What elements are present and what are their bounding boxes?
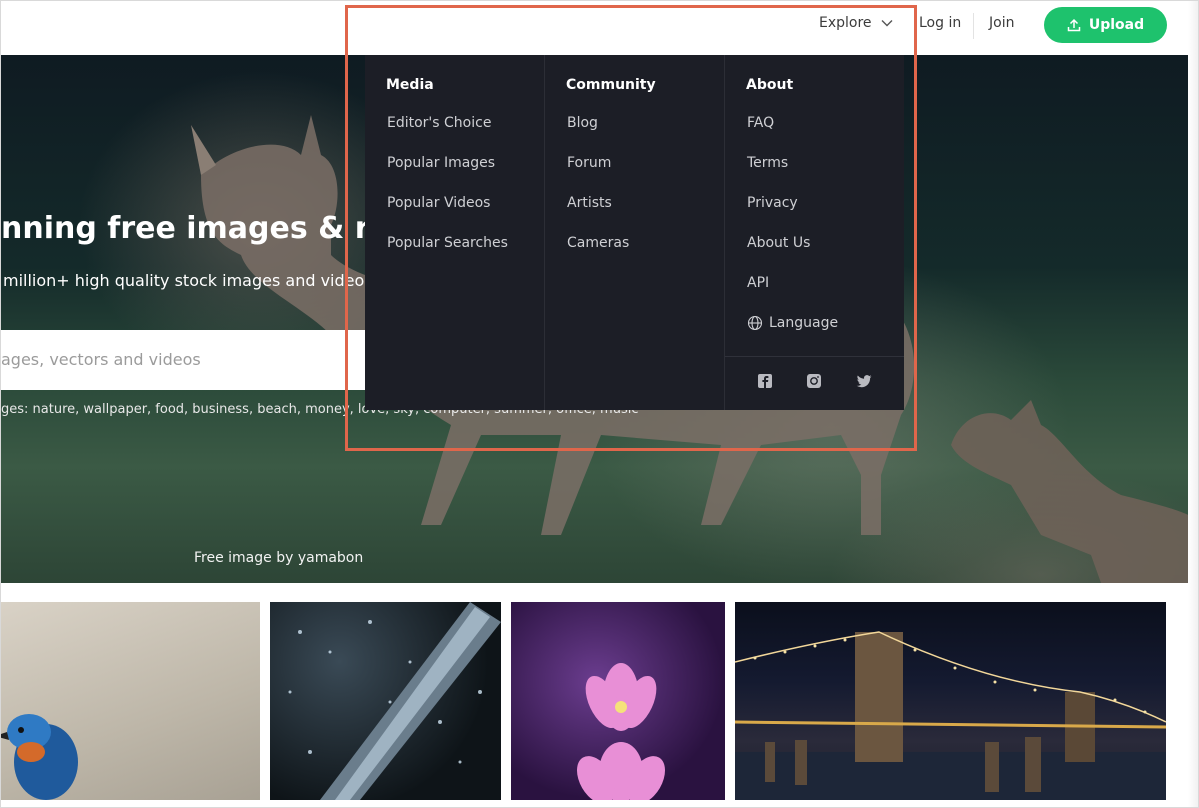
lotus-image <box>577 663 665 800</box>
hero-subtitle: million+ high quality stock images and v… <box>3 271 406 290</box>
site-header: Explore Log in Join Upload <box>1 1 1198 55</box>
language-label: Language <box>769 315 839 331</box>
gallery-thumbnail[interactable] <box>1 602 260 800</box>
globe-icon <box>747 315 763 331</box>
join-link[interactable]: Join <box>989 15 1014 31</box>
login-link[interactable]: Log in <box>919 15 961 31</box>
menu-item-artists[interactable]: Artists <box>567 195 612 211</box>
dropdown-column-about: About FAQ Terms Privacy About Us API Lan… <box>725 55 904 410</box>
instagram-icon[interactable] <box>805 372 823 390</box>
menu-item-forum[interactable]: Forum <box>567 155 611 171</box>
chevron-down-icon <box>881 20 893 27</box>
language-selector[interactable]: Language <box>747 315 838 331</box>
dropdown-divider <box>725 356 904 357</box>
upload-icon <box>1067 18 1081 32</box>
menu-item-popular-images[interactable]: Popular Images <box>387 155 495 171</box>
bridge-night-image <box>735 631 1166 800</box>
menu-item-popular-videos[interactable]: Popular Videos <box>387 195 490 211</box>
menu-item-terms[interactable]: Terms <box>747 155 788 171</box>
rain-rail-image <box>288 602 501 800</box>
column-heading: Community <box>566 77 656 93</box>
menu-item-api[interactable]: API <box>747 275 769 291</box>
explore-label: Explore <box>819 15 872 31</box>
hero-title: nning free images & roy <box>1 211 410 246</box>
menu-item-privacy[interactable]: Privacy <box>747 195 798 211</box>
upload-button[interactable]: Upload <box>1044 7 1167 43</box>
explore-menu-button[interactable]: Explore <box>819 15 894 31</box>
menu-item-about-us[interactable]: About Us <box>747 235 810 251</box>
explore-dropdown: Media Editor's Choice Popular Images Pop… <box>365 55 904 410</box>
column-heading: About <box>746 77 794 93</box>
menu-item-faq[interactable]: FAQ <box>747 115 774 131</box>
facebook-icon[interactable] <box>756 372 774 390</box>
menu-item-popular-searches[interactable]: Popular Searches <box>387 235 508 251</box>
dropdown-column-community: Community Blog Forum Artists Cameras <box>545 55 725 410</box>
column-heading: Media <box>386 77 434 93</box>
twitter-icon[interactable] <box>855 372 873 390</box>
dropdown-column-media: Media Editor's Choice Popular Images Pop… <box>365 55 545 410</box>
menu-item-cameras[interactable]: Cameras <box>567 235 629 251</box>
nav-divider <box>973 13 974 39</box>
menu-item-blog[interactable]: Blog <box>567 115 598 131</box>
upload-label: Upload <box>1088 17 1145 33</box>
gallery-thumbnail[interactable] <box>270 602 501 800</box>
menu-item-editors-choice[interactable]: Editor's Choice <box>387 115 491 131</box>
kingfisher-image <box>1 714 78 800</box>
image-credit[interactable]: Free image by yamabon <box>194 550 363 566</box>
gallery-thumbnail[interactable] <box>735 602 1166 800</box>
gallery-thumbnail[interactable] <box>511 602 725 800</box>
browser-frame: Explore Log in Join Upload nning free im… <box>0 0 1199 808</box>
search-placeholder: ages, vectors and videos <box>1 350 201 369</box>
